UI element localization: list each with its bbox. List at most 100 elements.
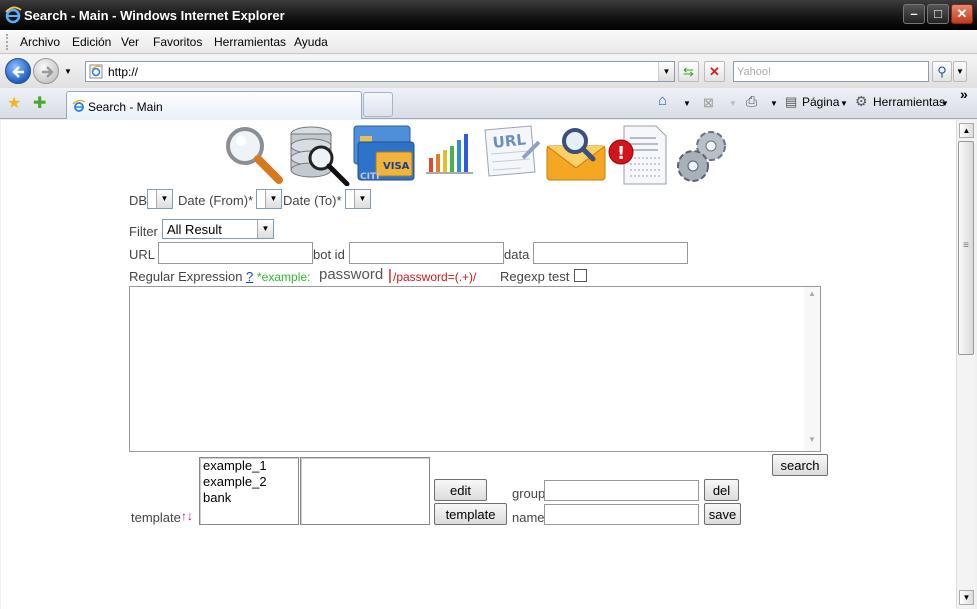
- tab-label: Search - Main: [88, 100, 163, 114]
- tab-search-main[interactable]: Search - Main: [66, 91, 362, 119]
- svg-text:!: !: [617, 143, 625, 164]
- edit-button[interactable]: edit: [434, 479, 487, 501]
- regexp-test-checkbox[interactable]: [574, 269, 587, 282]
- example-regex: /password=(.+)/: [393, 270, 477, 284]
- filter-select[interactable]: All Result ▼: [162, 219, 274, 239]
- date-to-select[interactable]: ▼: [345, 189, 371, 209]
- del-button[interactable]: del: [704, 479, 739, 501]
- home-icon[interactable]: ⌂: [658, 92, 667, 109]
- date-to-label: Date (To)*: [283, 193, 342, 208]
- url-icon[interactable]: URL: [481, 124, 543, 184]
- regex-help-link[interactable]: ?: [246, 269, 253, 284]
- database-search-icon[interactable]: [287, 124, 351, 186]
- chevron-down-icon: ▼: [354, 190, 370, 208]
- page-icon: [72, 99, 86, 112]
- data-field[interactable]: [533, 242, 688, 264]
- save-button[interactable]: save: [704, 503, 741, 525]
- template-button[interactable]: template: [434, 503, 507, 525]
- search-button[interactable]: search: [772, 454, 828, 476]
- tab-bar: ★ ✚ Search - Main ⌂ ▼ ⊠ ▼ ⎙ ▼ ▤ Página ▼…: [0, 86, 977, 119]
- db-select[interactable]: ▼: [147, 189, 173, 209]
- page-dropdown-icon[interactable]: ▼: [840, 99, 848, 108]
- menu-archivo[interactable]: Archivo: [20, 35, 60, 49]
- mail-search-icon[interactable]: [545, 124, 607, 184]
- regex-label: Regular Expression: [129, 269, 243, 284]
- title-bar: Search - Main - Windows Internet Explore…: [0, 0, 977, 30]
- template-list[interactable]: example_1 example_2 bank: [199, 457, 299, 525]
- minimize-button[interactable]: –: [903, 4, 925, 24]
- menu-ver[interactable]: Ver: [121, 35, 139, 49]
- scroll-down-icon[interactable]: ▼: [805, 435, 819, 449]
- date-from-select[interactable]: ▼: [256, 189, 282, 209]
- url-dropdown-icon[interactable]: ▼: [658, 62, 674, 81]
- favorites-star-icon[interactable]: ★: [7, 93, 21, 113]
- search-go-icon[interactable]: ⚲: [932, 61, 952, 82]
- feeds-icon[interactable]: ⊠: [703, 95, 714, 111]
- refresh-icon[interactable]: ⇆: [678, 61, 699, 82]
- maximize-button[interactable]: □: [927, 4, 949, 24]
- more-commands-icon[interactable]: »: [960, 86, 968, 102]
- filter-value: All Result: [167, 222, 222, 237]
- bot-id-label: bot id: [313, 247, 345, 262]
- print-dropdown-icon[interactable]: ▼: [770, 99, 778, 108]
- date-from-label: Date (From)*: [178, 193, 254, 208]
- search-options-dropdown-icon[interactable]: ▼: [953, 61, 967, 82]
- template-sort-arrows[interactable]: ↑↓: [181, 509, 193, 523]
- ie-logo-icon: [5, 6, 22, 24]
- page-content: VISA CITI URL ! DB ▼ Date (From)* ▼ Date…: [1, 120, 956, 609]
- page-menu[interactable]: Página: [802, 95, 839, 109]
- home-dropdown-icon[interactable]: ▼: [683, 99, 691, 108]
- page-icon: [89, 64, 103, 79]
- db-label: DB: [129, 193, 148, 208]
- template-group-list[interactable]: [300, 457, 430, 525]
- credit-cards-icon[interactable]: VISA CITI: [352, 124, 416, 184]
- search-box[interactable]: [733, 61, 929, 82]
- menu-ayuda[interactable]: Ayuda: [294, 35, 328, 49]
- add-favorite-icon[interactable]: ✚: [33, 93, 46, 113]
- name-field[interactable]: [544, 504, 699, 525]
- menu-favoritos[interactable]: Favoritos: [153, 35, 202, 49]
- svg-text:URL: URL: [492, 130, 527, 151]
- bot-id-field[interactable]: [349, 242, 504, 264]
- menu-herramientas[interactable]: Herramientas: [214, 35, 286, 49]
- scroll-down-icon[interactable]: ▼: [959, 590, 974, 605]
- search-icon[interactable]: [223, 124, 285, 186]
- textarea-scrollbar[interactable]: ▲ ▼: [804, 287, 820, 451]
- feeds-dropdown-icon[interactable]: ▼: [729, 99, 737, 108]
- tools-menu[interactable]: Herramientas: [873, 95, 945, 109]
- alert-document-icon[interactable]: !: [608, 124, 670, 186]
- example-label: *example:: [257, 270, 311, 284]
- scrollbar-thumb[interactable]: [958, 141, 974, 355]
- name-label: name: [512, 510, 545, 525]
- list-item[interactable]: bank: [200, 490, 298, 506]
- address-field[interactable]: ▼: [85, 61, 675, 82]
- list-item[interactable]: example_2: [200, 474, 298, 490]
- history-dropdown-icon[interactable]: ▼: [64, 67, 72, 76]
- chevron-down-icon: ▼: [257, 220, 273, 238]
- tools-dropdown-icon[interactable]: ▼: [941, 99, 949, 108]
- page-menu-icon: ▤: [785, 94, 798, 109]
- svg-text:CITI: CITI: [360, 172, 379, 182]
- menu-edicion[interactable]: Edición: [72, 35, 111, 49]
- menu-bar: Archivo Edición Ver Favoritos Herramient…: [0, 30, 977, 54]
- scroll-up-icon[interactable]: ▲: [805, 289, 819, 303]
- scroll-up-icon[interactable]: ▲: [959, 123, 974, 138]
- url-input[interactable]: [108, 64, 648, 79]
- chevron-down-icon: ▼: [265, 190, 281, 208]
- back-button[interactable]: [5, 58, 31, 84]
- regex-textarea[interactable]: [129, 286, 821, 452]
- stop-icon[interactable]: ✕: [704, 61, 725, 82]
- url-field[interactable]: [158, 242, 313, 264]
- forward-button[interactable]: [33, 58, 59, 84]
- page-scrollbar[interactable]: ▲ ▼: [956, 120, 975, 608]
- print-icon[interactable]: ⎙: [746, 93, 757, 110]
- list-item[interactable]: example_1: [200, 458, 298, 474]
- bar-chart-icon[interactable]: [425, 132, 475, 176]
- settings-gears-icon[interactable]: [673, 124, 733, 184]
- new-tab-button[interactable]: [363, 92, 393, 117]
- regexp-test-label: Regexp test: [500, 269, 570, 284]
- window-title: Search - Main - Windows Internet Explore…: [24, 8, 285, 23]
- search-input[interactable]: [737, 64, 925, 79]
- close-button[interactable]: ✕: [951, 4, 973, 24]
- group-field[interactable]: [544, 480, 699, 501]
